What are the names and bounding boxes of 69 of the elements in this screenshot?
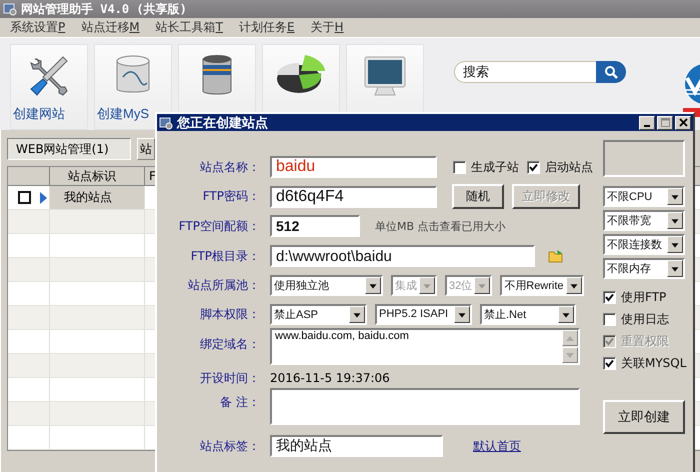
checkbox[interactable] bbox=[453, 160, 466, 174]
window-title: 网站管理助手 V4.0 (共享版) bbox=[21, 0, 187, 18]
menu-item[interactable]: 系统设置P bbox=[4, 19, 72, 36]
field-label: FTP根目录： bbox=[190, 248, 260, 264]
dropdown[interactable]: 不限CPU bbox=[603, 186, 685, 207]
field-label: 脚本权限： bbox=[199, 306, 260, 322]
domain-field[interactable]: www.baidu.com, baidu.com bbox=[270, 328, 580, 365]
note-field[interactable] bbox=[270, 388, 580, 425]
search-field[interactable]: 搜索 bbox=[454, 61, 596, 83]
site-tag-field[interactable]: 我的站点 bbox=[270, 435, 443, 457]
dialog-title: 您正在创建站点 bbox=[177, 114, 268, 132]
site-name-field[interactable]: baidu bbox=[270, 156, 437, 178]
scroll-up-icon bbox=[566, 336, 574, 340]
checkbox-label: 重置权限 bbox=[621, 332, 669, 350]
close-icon bbox=[678, 118, 688, 127]
dropdown[interactable]: 使用独立池 bbox=[270, 275, 383, 296]
dropdown[interactable]: 不限连接数 bbox=[603, 234, 685, 255]
checkbox[interactable] bbox=[603, 312, 616, 326]
field-label: 绑定域名： bbox=[199, 336, 260, 353]
field-label: 开设时间： bbox=[199, 370, 260, 386]
checkbox-label: 生成子站 bbox=[471, 158, 519, 176]
ftp-root-field[interactable]: d:\wwwroot\baidu bbox=[270, 245, 535, 267]
search-button[interactable] bbox=[596, 61, 626, 83]
menu-item[interactable]: 站点迁移M bbox=[75, 19, 146, 36]
search-icon bbox=[604, 65, 618, 79]
toolbar-button[interactable]: 创建MyS bbox=[94, 44, 172, 130]
ftp-password-field[interactable]: d6t6q4F4 bbox=[270, 186, 437, 208]
dropdown[interactable]: PHP5.2 ISAPI bbox=[375, 304, 472, 324]
field-label: 备 注： bbox=[219, 394, 260, 411]
toolbar-button[interactable]: 创建网站 bbox=[10, 44, 88, 130]
checkbox-label: 使用FTP bbox=[621, 288, 666, 306]
menu-item[interactable]: 关于H bbox=[304, 19, 350, 36]
checkbox[interactable] bbox=[603, 356, 616, 370]
ftp-quota-field[interactable]: 512 bbox=[270, 215, 360, 237]
table-cell: 我的站点 bbox=[50, 186, 145, 209]
created-time: 2016-11-5 19:37:06 bbox=[270, 371, 390, 385]
dialog-icon bbox=[159, 116, 173, 130]
minimize-icon bbox=[644, 124, 650, 126]
checkbox[interactable] bbox=[527, 160, 540, 174]
scrollbar[interactable] bbox=[562, 330, 578, 363]
maximize-button[interactable] bbox=[657, 116, 673, 130]
maximize-icon bbox=[660, 118, 670, 127]
checkbox-label: 关联MYSQL bbox=[621, 354, 686, 372]
column-header: 站点标识 bbox=[50, 167, 145, 186]
field-label: 站点标签： bbox=[199, 438, 260, 454]
menu-item[interactable]: 站长工具箱T bbox=[150, 19, 229, 36]
close-button[interactable] bbox=[675, 116, 691, 130]
tab[interactable]: WEB网站管理(1) bbox=[7, 138, 131, 160]
dropdown[interactable]: 不限内存 bbox=[603, 258, 685, 279]
dropdown[interactable]: 禁止.Net bbox=[480, 304, 576, 324]
field-label: 站点所属池： bbox=[187, 277, 260, 294]
checkbox-label: 启动站点 bbox=[545, 158, 593, 176]
field-label: FTP空间配额： bbox=[178, 218, 260, 234]
tab[interactable]: 站 bbox=[137, 138, 155, 160]
checkbox-label: 使用日志 bbox=[621, 310, 669, 328]
create-button[interactable]: 立即创建 bbox=[603, 400, 685, 434]
field-label: FTP密码： bbox=[202, 188, 260, 205]
app-icon bbox=[3, 2, 17, 16]
menu-item[interactable]: 计划任务E bbox=[232, 19, 301, 36]
checkbox[interactable] bbox=[18, 191, 31, 204]
dropdown[interactable]: 不用Rewrite bbox=[500, 275, 584, 296]
quota-hint: 单位MB 点击查看已用大小 bbox=[375, 218, 506, 234]
checkbox[interactable] bbox=[603, 290, 616, 304]
default-page-link[interactable]: 默认首页 bbox=[473, 438, 521, 454]
dropdown[interactable]: 不限带宽 bbox=[603, 210, 685, 231]
minimize-button[interactable] bbox=[639, 116, 655, 130]
field-label: 站点名称： bbox=[199, 158, 260, 176]
random-button[interactable]: 随机 bbox=[452, 184, 504, 209]
dropdown[interactable]: 禁止ASP bbox=[270, 304, 367, 324]
